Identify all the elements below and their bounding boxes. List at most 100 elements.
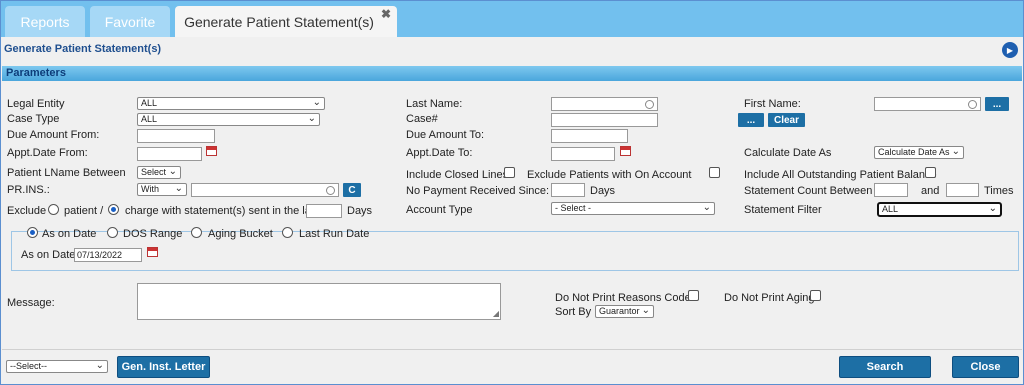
search-button[interactable]: Search	[839, 356, 931, 378]
last-run-date-radio[interactable]	[282, 227, 293, 238]
due-amount-from-input[interactable]	[137, 129, 215, 143]
parameters-header: Parameters	[2, 66, 1022, 81]
pr-ins-value: With	[141, 184, 159, 194]
footer-divider	[2, 349, 1022, 350]
resize-grip-icon[interactable]: ◢	[493, 309, 499, 318]
dos-range-label: DOS Range	[123, 228, 183, 240]
appt-date-from-input[interactable]	[137, 147, 202, 161]
page-title: Generate Patient Statement(s)	[4, 43, 162, 55]
calculate-date-as-label: Calculate Date As	[744, 147, 832, 159]
footer-select[interactable]: --Select-- ⌄	[6, 360, 108, 373]
legal-entity-select[interactable]: ALL ⌄	[137, 97, 325, 110]
tab-favorite-label: Favorite	[104, 13, 156, 30]
aging-bucket-label: Aging Bucket	[208, 228, 273, 240]
aging-bucket-radio[interactable]	[191, 227, 202, 238]
pr-ins-label: PR.INS.:	[7, 184, 50, 196]
as-on-date-input[interactable]: 07/13/2022	[74, 248, 142, 262]
exclude-label: Exclude	[7, 205, 47, 217]
do-not-print-aging-label: Do Not Print Aging	[724, 292, 815, 304]
first-name-more-button[interactable]: ...	[985, 97, 1009, 111]
times-label: Times	[984, 185, 1014, 197]
last-name-label: Last Name:	[406, 98, 463, 110]
include-closed-lines-label: Include Closed Lines	[406, 169, 509, 181]
statement-count-to-input[interactable]	[946, 183, 979, 197]
play-icon[interactable]: ▶	[1002, 42, 1018, 58]
tab-generate-label: Generate Patient Statement(s)	[184, 13, 374, 30]
pr-ins-input[interactable]	[191, 183, 339, 197]
sort-by-select[interactable]: Guarantor ⌄	[595, 305, 654, 318]
and-label: and	[921, 185, 940, 197]
exclude-patient-label: patient /	[64, 205, 104, 217]
no-payment-days-input[interactable]	[551, 183, 585, 197]
calendar-icon[interactable]	[620, 146, 631, 156]
exclude-on-account-label: Exclude Patients with On Account	[527, 169, 692, 181]
exclude-days-input[interactable]	[306, 204, 342, 218]
appt-date-to-label: Appt.Date To:	[406, 147, 473, 159]
as-on-date-value: 07/13/2022	[77, 250, 123, 260]
lookup-icon[interactable]	[968, 100, 977, 109]
appt-date-to-input[interactable]	[551, 147, 615, 161]
last-name-input[interactable]	[551, 97, 658, 111]
first-name-label: First Name:	[744, 98, 801, 110]
tab-favorite[interactable]: Favorite	[90, 6, 170, 37]
first-name-input[interactable]	[874, 97, 981, 111]
exclude-on-account-checkbox[interactable]	[709, 167, 720, 178]
footer-select-value: --Select--	[10, 361, 48, 371]
include-closed-lines-checkbox[interactable]	[504, 167, 515, 178]
chevron-down-icon: ⌄	[307, 113, 316, 124]
include-all-outstanding-checkbox[interactable]	[925, 167, 936, 178]
account-type-select[interactable]: - Select - ⌄	[551, 202, 715, 215]
message-textarea[interactable]: ◢	[137, 283, 501, 320]
calendar-icon[interactable]	[206, 146, 217, 156]
chevron-down-icon: ⌄	[951, 146, 960, 157]
exclude-charge-radio[interactable]	[108, 204, 119, 215]
patient-lname-select[interactable]: Select ⌄	[137, 166, 181, 179]
case-type-select[interactable]: ALL ⌄	[137, 113, 320, 126]
account-type-label: Account Type	[406, 204, 473, 216]
tab-generate-patient-statements[interactable]: Generate Patient Statement(s) ✖	[175, 6, 397, 37]
chevron-down-icon: ⌄	[168, 166, 177, 177]
tab-bar: Reports Favorite Generate Patient Statem…	[1, 1, 1023, 37]
sort-by-value: Guarantor	[599, 306, 640, 316]
chevron-down-icon: ⌄	[702, 202, 711, 213]
include-all-outstanding-label: Include All Outstanding Patient Balance	[744, 169, 937, 181]
lookup-icon[interactable]	[645, 100, 654, 109]
as-on-date-radio[interactable]	[27, 227, 38, 238]
case-more-button[interactable]: ...	[738, 113, 764, 127]
case-type-label: Case Type	[7, 113, 60, 125]
statement-filter-select[interactable]: ALL ⌄	[877, 202, 1002, 217]
legal-entity-label: Legal Entity	[7, 98, 65, 110]
case-no-input[interactable]	[551, 113, 658, 127]
due-amount-to-input[interactable]	[551, 129, 628, 143]
calculate-date-as-value: Calculate Date As	[878, 147, 950, 157]
exclude-patient-radio[interactable]	[48, 204, 59, 215]
calculate-date-as-select[interactable]: Calculate Date As ⌄	[874, 146, 964, 159]
do-not-print-reasons-checkbox[interactable]	[688, 290, 699, 301]
legal-entity-value: ALL	[141, 98, 158, 108]
account-type-value: - Select -	[555, 203, 592, 213]
pr-ins-select[interactable]: With ⌄	[137, 183, 187, 196]
due-amount-from-label: Due Amount From:	[7, 129, 100, 141]
gen-inst-letter-button[interactable]: Gen. Inst. Letter	[117, 356, 210, 378]
chevron-down-icon: ⌄	[312, 97, 321, 108]
calendar-icon[interactable]	[147, 247, 158, 257]
no-payment-received-label: No Payment Received Since:	[406, 185, 550, 197]
lname-select-value: Select	[141, 167, 167, 177]
close-button[interactable]: Close	[952, 356, 1019, 378]
pr-ins-clear-button[interactable]: C	[343, 183, 361, 197]
clear-button[interactable]: Clear	[768, 113, 805, 127]
lookup-icon[interactable]	[326, 186, 335, 195]
chevron-down-icon: ⌄	[174, 183, 183, 194]
tab-reports-label: Reports	[20, 13, 70, 30]
appt-date-from-label: Appt.Date From:	[7, 147, 88, 159]
tab-reports[interactable]: Reports	[5, 6, 85, 37]
no-payment-days-label: Days	[590, 185, 616, 197]
dos-range-radio[interactable]	[107, 227, 118, 238]
chevron-down-icon: ⌄	[95, 360, 104, 371]
do-not-print-aging-checkbox[interactable]	[810, 290, 821, 301]
statement-filter-label: Statement Filter	[744, 204, 822, 216]
parameters-header-label: Parameters	[6, 67, 66, 79]
statement-count-from-input[interactable]	[874, 183, 908, 197]
close-tab-icon[interactable]: ✖	[381, 7, 391, 21]
due-amount-to-label: Due Amount To:	[406, 129, 485, 141]
